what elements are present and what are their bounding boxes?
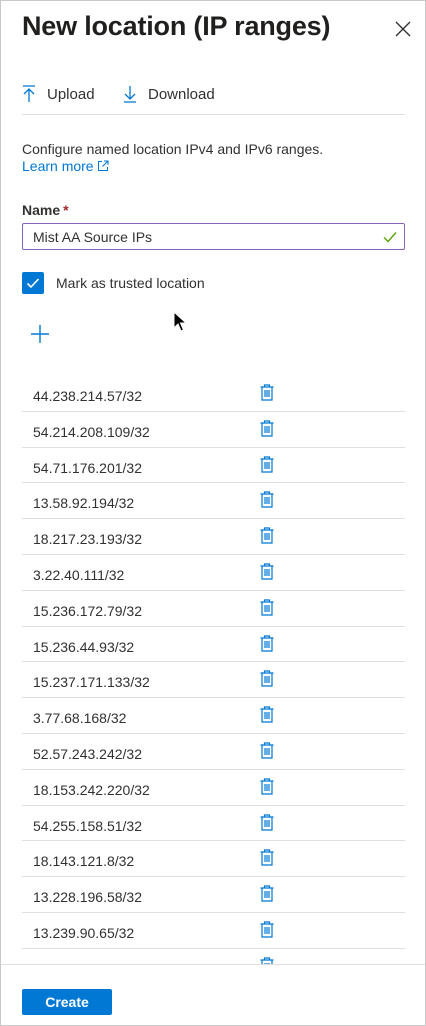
description-text: Configure named location IPv4 and IPv6 r… xyxy=(22,141,324,157)
trash-icon[interactable] xyxy=(260,420,274,437)
name-label-text: Name xyxy=(22,202,61,218)
ip-range-value: 3.22.40.111/32 xyxy=(33,566,125,583)
ip-range-row: 44.238.214.57/32 xyxy=(22,376,405,412)
external-link-icon xyxy=(97,160,109,171)
ip-range-row: 54.255.158.51/32 xyxy=(22,806,405,842)
ip-range-value: 54.255.158.51/32 xyxy=(33,817,142,834)
ip-range-row: 15.236.44.93/32 xyxy=(22,627,405,663)
download-button[interactable]: Download xyxy=(123,81,215,107)
ip-range-row: 54.71.176.201/32 xyxy=(22,448,405,484)
trash-icon[interactable] xyxy=(260,885,274,902)
ip-range-value: 18.153.242.220/32 xyxy=(33,781,150,798)
ip-range-row: 13.237.26.230/32 xyxy=(22,949,405,964)
ip-range-value: 52.57.243.242/32 xyxy=(33,745,142,762)
trash-icon[interactable] xyxy=(260,778,274,795)
ip-range-row: 54.214.208.109/32 xyxy=(22,412,405,448)
trash-icon[interactable] xyxy=(260,957,274,964)
new-location-panel: New location (IP ranges) Upload Download… xyxy=(0,0,426,1026)
trash-icon[interactable] xyxy=(260,670,274,687)
trusted-location-checkbox-row[interactable]: Mark as trusted location xyxy=(22,272,205,294)
ip-range-row: 3.22.40.111/32 xyxy=(22,555,405,591)
download-icon xyxy=(124,86,136,103)
panel-footer: Create xyxy=(1,964,425,1025)
ip-range-value: 18.217.23.193/32 xyxy=(33,531,142,548)
checkmark-icon xyxy=(383,232,397,243)
trash-icon[interactable] xyxy=(260,813,274,831)
required-marker: * xyxy=(63,202,69,218)
mouse-pointer-icon xyxy=(173,311,187,332)
ip-range-row: 15.236.172.79/32 xyxy=(22,591,405,627)
ip-range-value: 54.214.208.109/32 xyxy=(33,423,150,440)
trash-icon[interactable] xyxy=(260,384,274,401)
learn-more-label: Learn more xyxy=(22,158,94,174)
trash-icon[interactable] xyxy=(260,527,274,544)
trash-icon[interactable] xyxy=(260,849,274,866)
name-input[interactable] xyxy=(22,223,405,250)
plus-icon[interactable] xyxy=(30,324,50,344)
trash-icon[interactable] xyxy=(260,491,274,508)
ip-range-value: 13.239.90.65/32 xyxy=(33,924,135,941)
trash-icon[interactable] xyxy=(260,921,274,938)
close-icon[interactable] xyxy=(393,19,413,39)
create-button[interactable]: Create xyxy=(22,989,112,1015)
ip-range-value: 18.143.121.8/32 xyxy=(33,853,135,870)
ip-range-row: 52.57.243.242/32 xyxy=(22,734,405,770)
ip-range-row: 18.217.23.193/32 xyxy=(22,519,405,555)
trash-icon[interactable] xyxy=(260,563,274,580)
trash-icon[interactable] xyxy=(260,706,274,723)
learn-more-link[interactable]: Learn more xyxy=(22,158,109,174)
trusted-location-label: Mark as trusted location xyxy=(56,275,205,291)
ip-range-value: 15.237.171.133/32 xyxy=(33,674,150,691)
ip-range-row: 13.239.90.65/32 xyxy=(22,913,405,949)
ip-range-value: 13.58.92.194/32 xyxy=(33,495,135,512)
trash-icon[interactable] xyxy=(260,634,274,652)
trash-icon[interactable] xyxy=(260,455,274,473)
ip-range-value: 54.71.176.201/32 xyxy=(33,459,142,476)
ip-range-row: 13.58.92.194/32 xyxy=(22,483,405,520)
upload-label: Upload xyxy=(47,85,95,103)
ip-range-row: 13.228.196.58/32 xyxy=(22,877,405,913)
ip-range-value: 44.238.214.57/32 xyxy=(33,388,142,404)
ip-range-value: 15.236.44.93/32 xyxy=(33,638,135,655)
upload-icon xyxy=(23,85,35,102)
ip-range-row: 18.143.121.8/32 xyxy=(22,841,405,878)
ip-range-value: 3.77.68.168/32 xyxy=(33,710,127,727)
trash-icon[interactable] xyxy=(260,742,274,759)
name-field-label: Name * xyxy=(22,202,69,218)
trusted-location-checkbox[interactable] xyxy=(22,272,44,294)
upload-button[interactable]: Upload xyxy=(22,81,95,107)
command-bar: Upload Download xyxy=(22,77,405,115)
panel-title: New location (IP ranges) xyxy=(22,11,331,41)
ip-range-row: 18.153.242.220/32 xyxy=(22,770,405,806)
download-label: Download xyxy=(148,85,215,103)
ip-range-row: 3.77.68.168/32 xyxy=(22,698,405,734)
ip-range-list: 44.238.214.57/32 54.214.208.109/32 54.71.1… xyxy=(22,376,405,964)
trash-icon[interactable] xyxy=(260,599,274,616)
ip-range-row: 15.237.171.133/32 xyxy=(22,662,405,699)
ip-range-value: 15.236.172.79/32 xyxy=(33,602,142,619)
ip-range-value: 13.228.196.58/32 xyxy=(33,889,142,906)
checkbox-check-icon xyxy=(26,278,40,289)
